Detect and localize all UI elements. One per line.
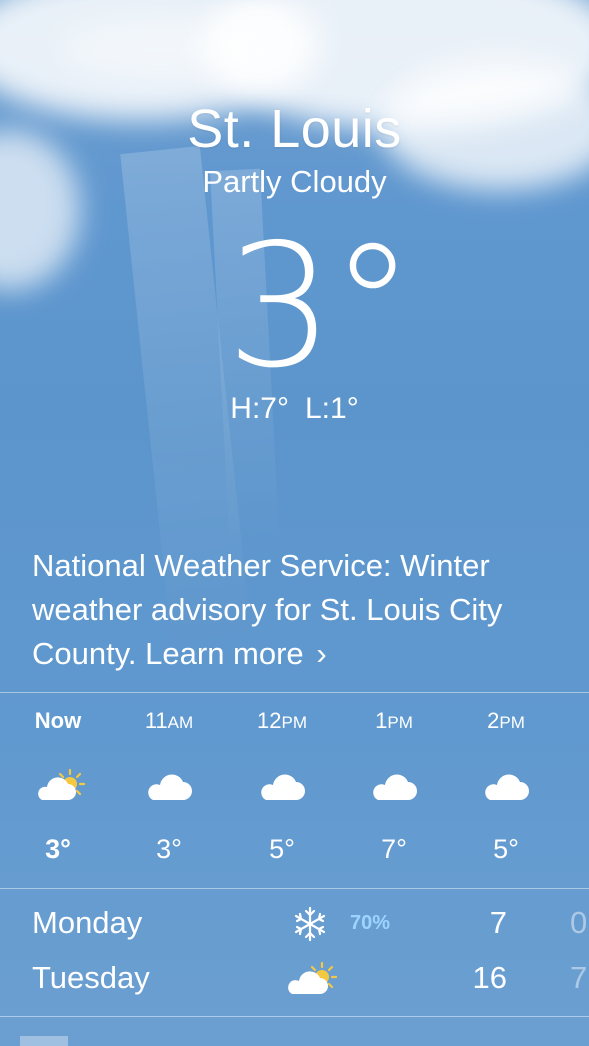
day-row[interactable]: Tuesday 16 7 (0, 950, 589, 1006)
current-temperature: 3° (225, 208, 415, 406)
cloud-icon (226, 766, 338, 802)
partly-cloudy-icon (288, 960, 342, 998)
hourly-forecast[interactable]: Now 3° 11AM 3° 12PM 5° 1PM 7° 2PM 5° (0, 694, 589, 888)
divider (0, 1016, 589, 1017)
hour-label: 2PM (487, 708, 525, 733)
partly-cloudy-icon (2, 766, 114, 802)
hour-temp: 7° (381, 834, 407, 864)
page-indicator[interactable] (20, 1036, 68, 1046)
chevron-right-icon: › (316, 636, 327, 671)
precip-chance: 70% (350, 912, 391, 934)
hour-temp: 3° (156, 834, 182, 864)
hour-label: Now (34, 708, 82, 733)
city-name: St. Louis (187, 99, 402, 159)
hour-temp: 3° (45, 834, 71, 864)
divider (0, 692, 589, 693)
snowflake-icon (288, 905, 342, 943)
day-high: 7 (489, 905, 507, 940)
weather-alert[interactable]: National Weather Service: Winter weather… (32, 544, 572, 676)
divider (0, 888, 589, 889)
hour-label: 1PM (375, 708, 413, 733)
cloud-icon (450, 766, 562, 802)
hour-label: 12PM (257, 708, 307, 733)
day-row[interactable]: Monday 70% 7 0 (0, 895, 589, 951)
cloud-icon (338, 766, 450, 802)
day-low: 7 (570, 960, 588, 995)
hour-temp: 5° (493, 834, 519, 864)
day-name: Tuesday (32, 960, 150, 995)
day-low: 0 (570, 905, 588, 940)
hour-temp: 5° (269, 834, 295, 864)
high-temperature: H:7° (230, 392, 289, 425)
cloud-icon (113, 766, 225, 802)
low-temperature: L:1° (304, 392, 359, 425)
current-condition: Partly Cloudy (202, 164, 387, 199)
high-low: H:7° L:1° (0, 392, 589, 426)
day-high: 16 (472, 960, 507, 995)
alert-text: National Weather Service: Winter weather… (32, 548, 503, 671)
hour-label: 11AM (144, 708, 194, 733)
location-header: St. Louis Partly Cloudy (0, 98, 589, 200)
day-name: Monday (32, 905, 143, 940)
